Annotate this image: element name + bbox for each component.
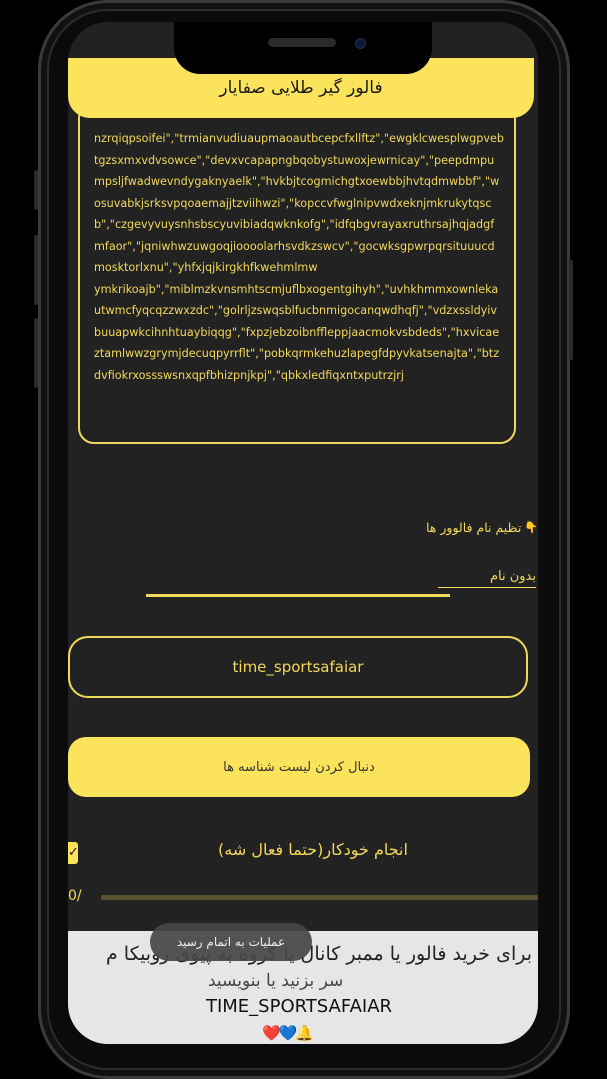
phone-speaker <box>268 38 336 47</box>
phone-side-button <box>34 318 38 388</box>
phone-side-button <box>34 235 38 305</box>
follow-ids-button-label: دنبال کردن لیست شناسه ها <box>223 759 375 775</box>
toast-notification: عملیات به اتمام رسید <box>150 923 312 961</box>
name-settings-label: 👇 تظیم نام فالوور ها <box>426 520 538 535</box>
pointing-down-hand-icon: 👇 <box>524 521 538 534</box>
ids-list-text: nzrqiqpsoifei","trmianvudiuaupmaoautbcep… <box>94 132 504 382</box>
channel-input-value: time_sportsafaiar <box>232 658 364 676</box>
phone-side-button <box>34 170 38 210</box>
phone-power-button <box>569 260 573 360</box>
heart-emoji-icon: ❤️💙🔔 <box>262 1024 314 1042</box>
footer-message-second-line: سر بزنید یا بنویسید <box>208 971 344 991</box>
phone-notch <box>174 22 432 74</box>
toast-text: عملیات به اتمام رسید <box>176 935 286 949</box>
app-screen: nzrqiqpsoifei","trmianvudiuaupmaoautbcep… <box>68 22 538 1044</box>
ids-list-box[interactable]: nzrqiqpsoifei","trmianvudiuaupmaoautbcep… <box>78 102 516 444</box>
follower-name-input[interactable] <box>438 565 536 588</box>
divider-line <box>146 594 450 597</box>
page-title: فالور گیر طلایی صفایار <box>219 78 383 98</box>
progress-bar <box>101 895 538 900</box>
channel-input[interactable]: time_sportsafaiar <box>68 636 528 698</box>
footer-channel-name[interactable]: TIME_SPORTSAFAIAR <box>68 996 530 1017</box>
checkmark-icon: ✓ <box>68 845 79 860</box>
name-settings-text: تظیم نام فالوور ها <box>426 520 522 535</box>
follow-ids-button[interactable]: دنبال کردن لیست شناسه ها <box>68 737 530 797</box>
camera-icon <box>355 38 366 49</box>
auto-label: انجام خودکار(حتما فعال شه) <box>218 840 408 859</box>
progress-counter: 0/ <box>68 888 82 904</box>
